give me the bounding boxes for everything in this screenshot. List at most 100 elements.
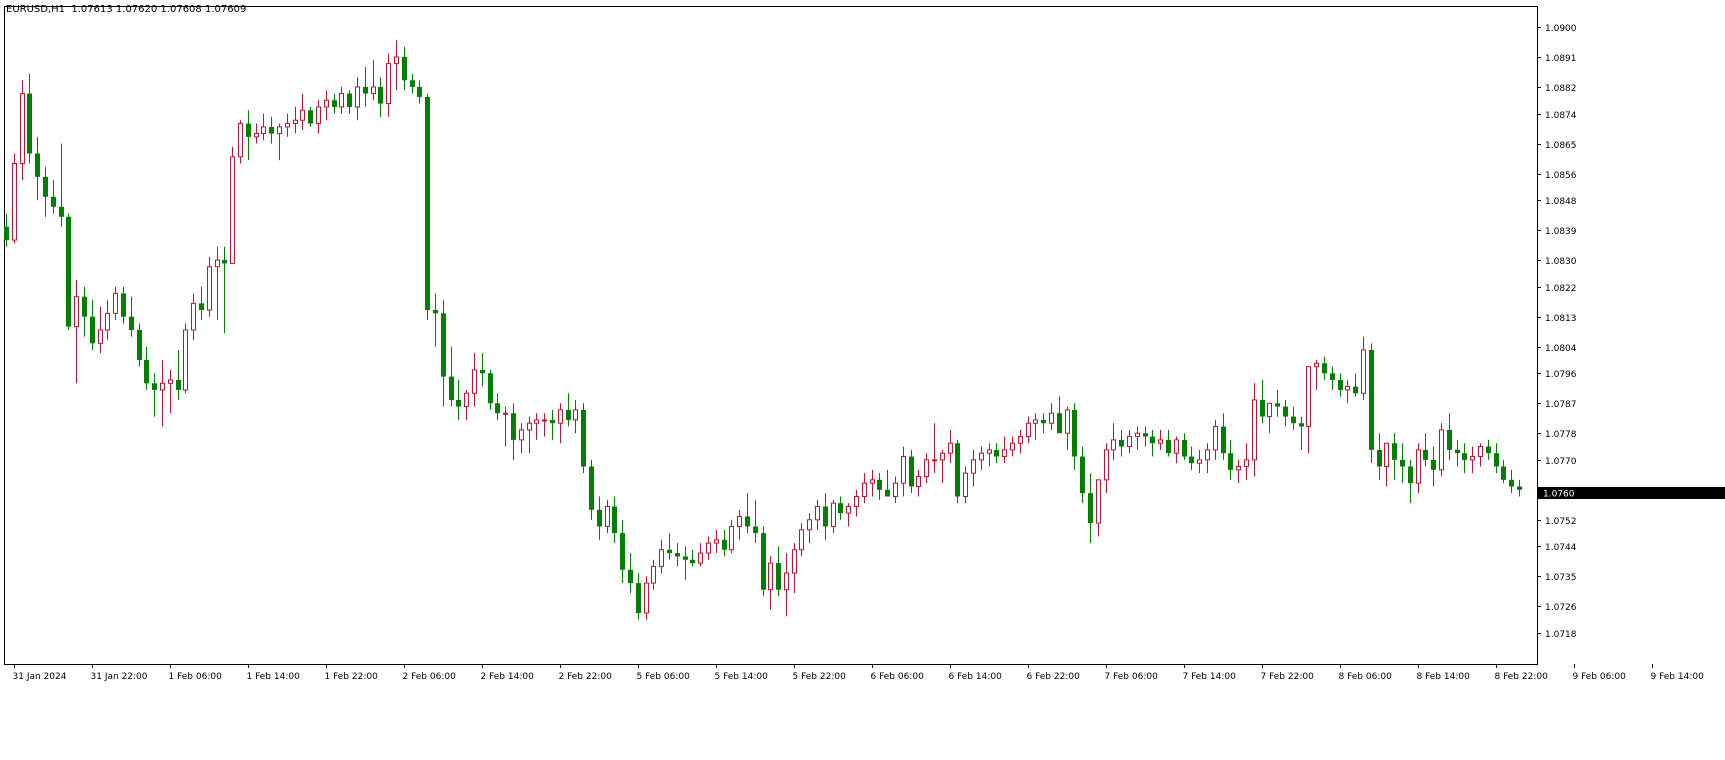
candle-body xyxy=(402,57,407,80)
candle xyxy=(456,380,461,420)
candle-body xyxy=(465,393,469,406)
candle-body xyxy=(51,197,56,207)
candle xyxy=(1119,430,1124,457)
candle xyxy=(994,443,999,463)
candle-body xyxy=(1245,460,1249,467)
candle-body xyxy=(1283,407,1288,417)
y-tick-label: 1.0891 xyxy=(1545,54,1577,64)
candle-body xyxy=(473,370,477,393)
candle xyxy=(278,124,282,161)
candle-body xyxy=(535,420,539,423)
candle-body xyxy=(1011,443,1015,450)
candle-body xyxy=(356,87,360,107)
candle-body xyxy=(1369,350,1374,450)
candle-body xyxy=(1228,453,1233,470)
candle-body xyxy=(1291,417,1296,424)
candle xyxy=(597,496,602,539)
candle-body xyxy=(1119,440,1124,447)
y-tick-label: 1.0726 xyxy=(1545,603,1577,613)
candle xyxy=(449,347,454,407)
candlestick-chart[interactable]: 1.09001.08911.08821.08741.08651.08561.08… xyxy=(0,0,1725,756)
candle xyxy=(137,323,142,366)
candle xyxy=(832,500,836,533)
candle xyxy=(816,500,820,530)
x-tick-label: 9 Feb 14:00 xyxy=(1651,672,1705,682)
candle-body xyxy=(1159,440,1163,443)
candle xyxy=(199,287,204,320)
candle-body xyxy=(192,303,196,330)
candle xyxy=(1369,343,1374,463)
candle-body xyxy=(1346,387,1350,390)
candle xyxy=(535,413,539,440)
candle-body xyxy=(410,80,415,87)
candle-body xyxy=(1338,380,1343,390)
candle xyxy=(1275,390,1280,417)
candle-body xyxy=(543,420,547,421)
x-tick-label: 8 Feb 14:00 xyxy=(1417,672,1471,682)
candle xyxy=(949,430,953,463)
candle-body xyxy=(745,516,750,526)
candle-body xyxy=(949,443,953,453)
candle-body xyxy=(941,453,945,460)
x-tick-label: 6 Feb 22:00 xyxy=(1027,672,1081,682)
candle xyxy=(59,144,64,227)
candle-body xyxy=(216,260,220,267)
candle-body xyxy=(294,120,298,123)
axes-layer: 1.09001.08911.08821.08741.08651.08561.08… xyxy=(5,7,1725,683)
candle xyxy=(1330,367,1335,390)
candle-body xyxy=(645,583,649,613)
candle xyxy=(1027,417,1031,444)
candle xyxy=(707,536,711,559)
candle xyxy=(1214,420,1218,460)
candle xyxy=(239,120,243,163)
candle-body xyxy=(347,94,352,107)
x-tick-label: 8 Feb 22:00 xyxy=(1495,672,1549,682)
candle xyxy=(1011,437,1015,457)
candle-body xyxy=(1408,467,1413,484)
candle xyxy=(51,180,56,213)
candle-body xyxy=(863,483,867,496)
candle-body xyxy=(1182,440,1187,457)
candle xyxy=(1112,423,1116,460)
candle-body xyxy=(75,297,79,327)
candle xyxy=(1175,437,1179,464)
candle xyxy=(99,307,103,354)
candle-body xyxy=(82,297,87,317)
candle-body xyxy=(387,64,391,104)
candle-body xyxy=(964,473,968,496)
candle xyxy=(1066,407,1070,450)
candle-body xyxy=(1105,450,1109,480)
candle-body xyxy=(1019,437,1023,444)
candle xyxy=(301,94,305,131)
candle xyxy=(1423,433,1428,466)
x-tick-label: 1 Feb 22:00 xyxy=(325,672,379,682)
candle-body xyxy=(917,477,921,487)
candle-body xyxy=(1253,400,1257,460)
candle-body xyxy=(1299,423,1304,426)
candle-body xyxy=(340,94,344,107)
candle xyxy=(715,530,719,553)
candle xyxy=(402,47,407,90)
candle xyxy=(192,293,196,340)
y-tick-label: 1.0804 xyxy=(1545,344,1577,354)
candle xyxy=(1431,447,1436,487)
candle-body xyxy=(776,563,781,590)
candle xyxy=(495,393,500,420)
x-tick-label: 2 Feb 14:00 xyxy=(481,672,535,682)
x-tick-label: 5 Feb 14:00 xyxy=(715,672,769,682)
candle xyxy=(847,503,851,526)
candle xyxy=(246,110,251,160)
candle-body xyxy=(581,410,586,467)
candle xyxy=(231,147,235,264)
candle xyxy=(1150,430,1155,457)
x-tick-label: 31 Jan 2024 xyxy=(13,672,67,682)
y-tick-label: 1.0744 xyxy=(1545,543,1577,553)
candle xyxy=(417,80,422,103)
x-tick-label: 5 Feb 22:00 xyxy=(793,672,847,682)
candle-body xyxy=(449,377,454,400)
candle xyxy=(332,94,337,114)
chart-frame[interactable]: EURUSD,H1 1.07613 1.07620 1.07608 1.0760… xyxy=(0,0,1725,756)
candle xyxy=(1034,413,1038,440)
candle xyxy=(589,460,594,520)
candle xyxy=(1362,337,1366,400)
